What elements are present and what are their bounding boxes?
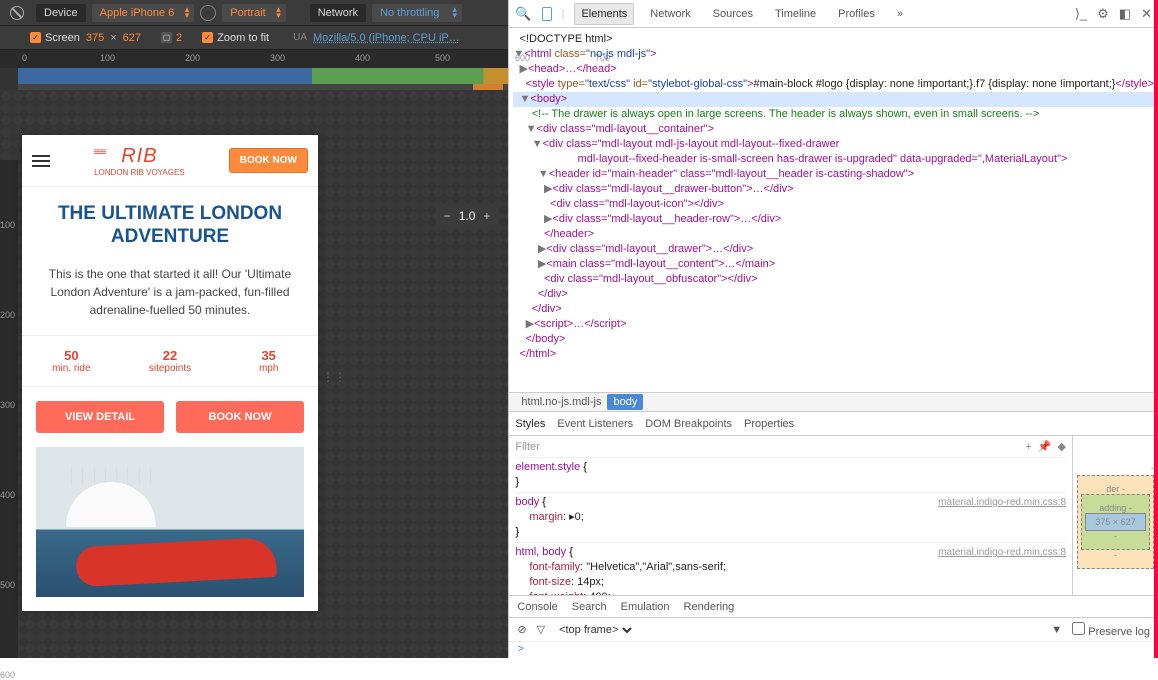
zoom-value: 1.0 <box>459 209 476 223</box>
stat-item: 22sitepoints <box>121 348 220 374</box>
menu-icon[interactable] <box>32 155 50 167</box>
zoom-control[interactable]: − 1.0 + <box>436 205 499 227</box>
hero-image <box>36 447 304 597</box>
stat-item: 35mph <box>219 348 318 374</box>
ua-value[interactable]: Mozilla/5.0 (iPhone; CPU iP… <box>313 32 460 44</box>
frame-select[interactable]: <top frame> <box>555 623 635 637</box>
tab-console[interactable]: Console <box>517 601 557 613</box>
zoom-in-icon[interactable]: + <box>483 209 490 223</box>
tab-dom-breakpoints[interactable]: DOM Breakpoints <box>645 418 732 430</box>
page-subtitle: This is the one that started it all! Our… <box>22 257 318 335</box>
tab-profiles[interactable]: Profiles <box>832 4 881 24</box>
site-logo[interactable]: RIB LONDON RIB VOYAGES <box>60 145 219 177</box>
styles-tabs: Styles Event Listeners DOM Breakpoints P… <box>509 412 1158 436</box>
phone-frame: RIB LONDON RIB VOYAGES BOOK NOW THE ULTI… <box>22 135 318 611</box>
orientation-select[interactable]: Portrait▴▾ <box>222 4 285 22</box>
ua-label: UA <box>293 32 307 43</box>
ruler-horizontal: 0 100 200 300 400 500 600 700 <box>0 50 508 68</box>
zoom-out-icon[interactable]: − <box>444 209 451 223</box>
tab-timeline[interactable]: Timeline <box>769 4 822 24</box>
tab-properties[interactable]: Properties <box>744 418 794 430</box>
cancel-icon[interactable] <box>10 6 24 20</box>
preserve-log-checkbox[interactable]: Preserve log <box>1072 622 1150 638</box>
refresh-icon[interactable] <box>200 5 216 21</box>
clear-console-icon[interactable]: ⊘ <box>517 623 526 636</box>
screen-height[interactable]: 627 <box>123 32 141 44</box>
close-icon[interactable]: ✕ <box>1141 6 1152 22</box>
tab-styles[interactable]: Styles <box>515 418 545 430</box>
tab-rendering[interactable]: Rendering <box>684 601 735 613</box>
search-icon[interactable]: 🔍 <box>515 6 531 22</box>
device-select[interactable]: Apple iPhone 6▴▾ <box>92 4 195 22</box>
resize-handle-icon[interactable]: ⋮⋮ <box>322 370 346 384</box>
tab-event-listeners[interactable]: Event Listeners <box>557 418 633 430</box>
tab-network[interactable]: Network <box>644 4 696 24</box>
device-mode-icon[interactable] <box>542 7 552 21</box>
dpr-checkbox[interactable]: ▢2 <box>161 32 182 44</box>
styles-filter[interactable]: Filter <box>515 440 539 455</box>
styles-pane[interactable]: Filter +📌◆ element.style {} material.ind… <box>509 436 1072 595</box>
device-viewport-area: 100 200 300 400 500 600 − 1.0 + RIB LOND… <box>0 90 508 658</box>
view-detail-button[interactable]: VIEW DETAIL <box>36 401 164 433</box>
tab-elements[interactable]: Elements <box>574 3 634 25</box>
tab-more[interactable]: » <box>891 4 909 24</box>
tab-sources[interactable]: Sources <box>707 4 759 24</box>
network-label: Network <box>310 4 366 22</box>
book-now-button[interactable]: BOOK NOW <box>176 401 304 433</box>
breadcrumb: html.no-js.mdl-js body <box>509 392 1158 412</box>
stat-item: 50min. ride <box>22 348 121 374</box>
toggle-icon[interactable]: ◆ <box>1058 440 1066 455</box>
box-model: - der - adding - 375 × 627 - - <box>1072 436 1158 595</box>
network-select[interactable]: No throttling▴▾ <box>372 4 462 22</box>
add-rule-icon[interactable]: + <box>1025 440 1031 455</box>
header-book-button[interactable]: BOOK NOW <box>229 148 308 173</box>
devtools-toolbar: 🔍 | Elements Network Sources Timeline Pr… <box>509 0 1158 28</box>
timeline-bar <box>18 68 508 84</box>
ruler-vertical: 100 200 300 400 500 600 <box>0 160 18 658</box>
screen-checkbox[interactable]: ✓Screen <box>30 32 80 44</box>
console-prompt[interactable]: > <box>509 642 1158 658</box>
window-edge <box>1154 0 1158 658</box>
dock-icon[interactable]: ◧ <box>1119 6 1131 22</box>
tab-search[interactable]: Search <box>572 601 607 613</box>
stats-row: 50min. ride 22sitepoints 35mph <box>22 335 318 387</box>
crumb-body[interactable]: body <box>607 394 643 410</box>
filter-icon[interactable]: ▽ <box>537 623 545 636</box>
pin-icon[interactable]: 📌 <box>1038 440 1052 455</box>
gear-icon[interactable]: ⚙ <box>1097 6 1109 22</box>
dom-tree[interactable]: <!DOCTYPE html> ▼<html class="no-js mdl-… <box>509 28 1158 392</box>
crumb-html[interactable]: html.no-js.mdl-js <box>515 394 607 410</box>
tab-emulation[interactable]: Emulation <box>621 601 670 613</box>
screen-width[interactable]: 375 <box>86 32 104 44</box>
zoom-checkbox[interactable]: ✓Zoom to fit <box>202 32 269 44</box>
drawer-tabs: Console Search Emulation Rendering <box>509 596 1158 618</box>
console-toggle-icon[interactable]: ⟩_ <box>1075 6 1087 22</box>
page-title: THE ULTIMATE LONDON ADVENTURE <box>22 187 318 257</box>
device-label: Device <box>36 4 86 22</box>
